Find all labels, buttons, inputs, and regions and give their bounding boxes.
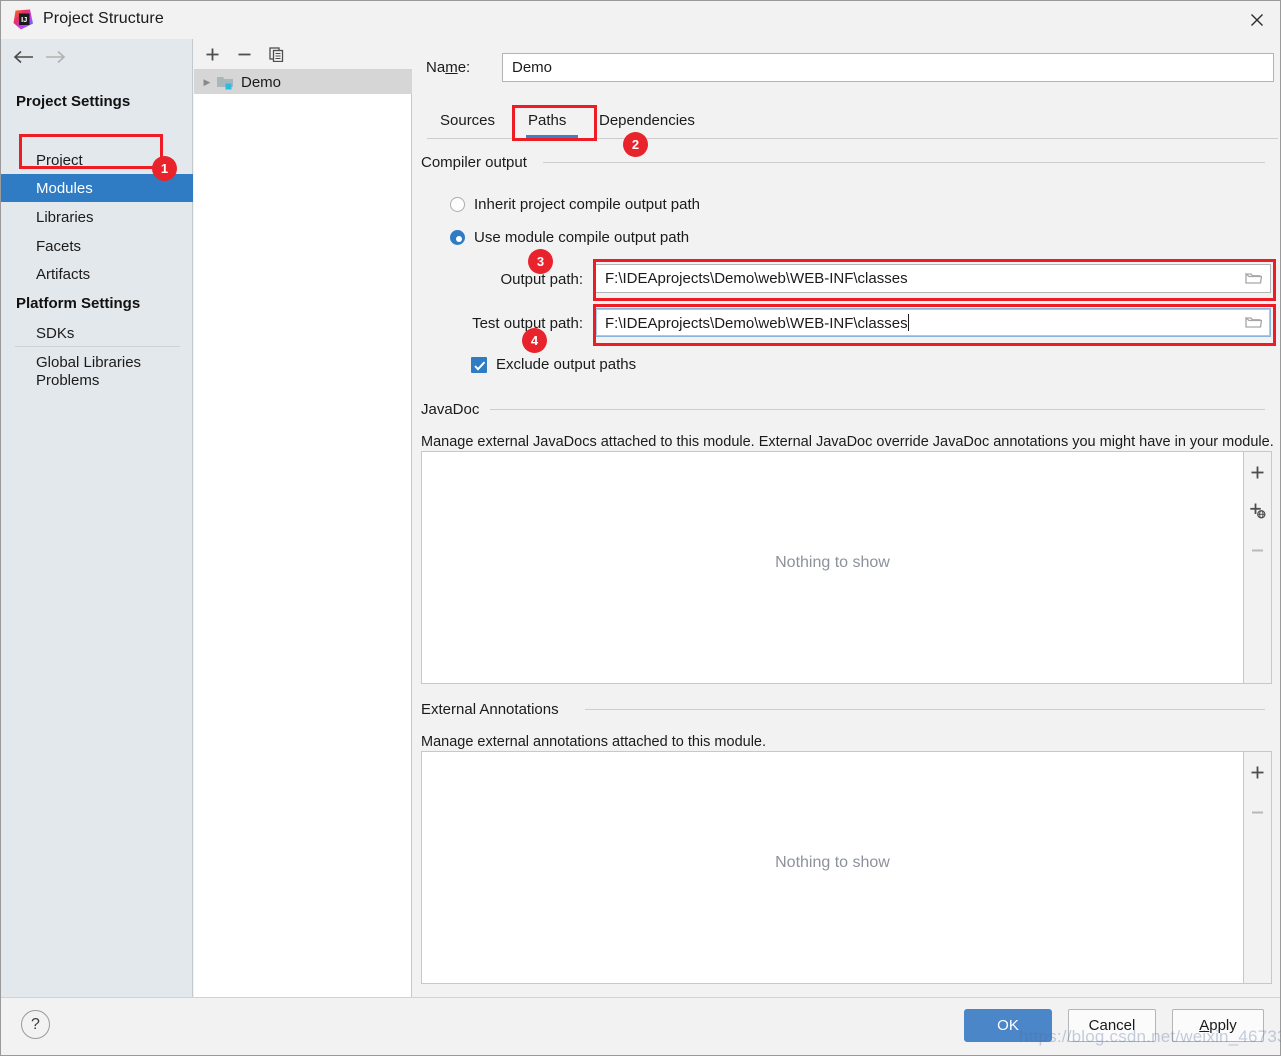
window-title: Project Structure <box>43 10 164 27</box>
intellij-idea-logo-icon: IJ <box>13 9 34 30</box>
test-output-path-label: Test output path: <box>472 315 583 332</box>
external-annotations-list[interactable]: Nothing to show <box>421 751 1244 984</box>
module-tree-panel: ▶ Demo <box>194 39 412 997</box>
module-name-label: Name: <box>426 59 471 76</box>
sidebar-item-project[interactable]: Project <box>1 146 193 174</box>
sidebar-item-label: Problems <box>36 371 100 389</box>
copy-module-button[interactable] <box>264 43 288 66</box>
sidebar-item-artifacts[interactable]: Artifacts <box>1 260 193 288</box>
javadoc-description: Manage external JavaDocs attached to thi… <box>421 434 1274 450</box>
annotations-add-button[interactable] <box>1244 756 1271 788</box>
module-name-input[interactable]: Demo <box>502 53 1274 82</box>
external-annotations-toolbar <box>1244 751 1272 984</box>
project-structure-dialog: IJ Project Structure Project Settings Pr… <box>0 0 1281 1056</box>
section-external-annotations-title: External Annotations <box>421 701 566 718</box>
folder-browse-icon[interactable] <box>1245 271 1263 286</box>
tab-active-indicator <box>526 135 578 138</box>
title-bar: IJ Project Structure <box>1 1 1280 39</box>
sidebar-group-platform-settings: Platform Settings <box>16 295 141 312</box>
ok-button[interactable]: OK <box>964 1009 1052 1042</box>
exclude-output-paths-checkbox[interactable]: Exclude output paths <box>471 356 636 373</box>
remove-module-button[interactable] <box>232 43 256 66</box>
tab-dependencies[interactable]: Dependencies <box>599 109 695 139</box>
javadoc-add-button[interactable] <box>1244 456 1271 488</box>
ok-button-label: OK <box>997 1017 1019 1034</box>
sidebar-divider <box>15 346 180 347</box>
module-tree-toolbar <box>194 39 412 70</box>
sidebar-navigation <box>1 39 193 75</box>
output-path-label: Output path: <box>500 271 583 288</box>
radio-use-module-output[interactable]: Use module compile output path <box>450 229 689 246</box>
javadoc-remove-button[interactable] <box>1244 534 1271 566</box>
section-compiler-output-title: Compiler output <box>421 154 534 171</box>
apply-button-label: Apply <box>1199 1017 1237 1034</box>
arrow-left-icon[interactable] <box>11 47 37 67</box>
cancel-button[interactable]: Cancel <box>1068 1009 1156 1042</box>
external-annotations-description: Manage external annotations attached to … <box>421 734 767 750</box>
radio-inherit-label: Inherit project compile output path <box>474 196 700 213</box>
tab-label: Dependencies <box>599 112 695 129</box>
output-path-value: F:\IDEAprojects\Demo\web\WEB-INF\classes <box>605 270 908 287</box>
section-external-annotations-line <box>585 709 1265 710</box>
folder-browse-icon[interactable] <box>1245 315 1263 330</box>
tab-label: Sources <box>440 112 496 129</box>
module-tree-node-label: Demo <box>241 73 282 91</box>
tab-label: Paths <box>528 112 567 129</box>
module-tabs: Sources Paths Dependencies <box>427 107 1278 139</box>
radio-use-module-indicator <box>450 230 465 245</box>
svg-text:IJ: IJ <box>21 15 27 24</box>
text-cursor <box>907 313 909 331</box>
module-name-row: Name: Demo <box>426 53 1274 83</box>
module-name-value: Demo <box>512 59 553 76</box>
javadoc-list[interactable]: Nothing to show <box>421 451 1244 684</box>
tab-sources[interactable]: Sources <box>440 109 495 139</box>
close-icon[interactable] <box>1234 1 1280 38</box>
external-annotations-empty-text: Nothing to show <box>775 854 890 871</box>
sidebar-item-facets[interactable]: Facets <box>1 232 193 260</box>
module-settings-panel: Name: Demo Sources Paths Dependencies Co… <box>413 39 1280 997</box>
javadoc-toolbar <box>1244 451 1272 684</box>
checkbox-indicator <box>471 356 487 373</box>
chevron-right-icon[interactable]: ▶ <box>198 77 216 88</box>
apply-button[interactable]: Apply <box>1172 1009 1264 1042</box>
sidebar-item-label: Modules <box>36 179 93 197</box>
radio-use-module-label: Use module compile output path <box>474 229 690 246</box>
sidebar-group-project-settings: Project Settings <box>16 93 131 110</box>
output-path-field[interactable]: F:\IDEAprojects\Demo\web\WEB-INF\classes <box>595 264 1271 293</box>
radio-inherit-project-output[interactable]: Inherit project compile output path <box>450 196 700 213</box>
javadoc-add-url-button[interactable] <box>1244 494 1271 526</box>
module-tree-node-demo[interactable]: ▶ Demo <box>194 70 412 94</box>
arrow-right-icon[interactable] <box>42 47 68 67</box>
settings-sidebar: Project Settings Project Modules Librari… <box>1 39 193 997</box>
sidebar-item-sdks[interactable]: SDKs <box>1 319 193 347</box>
help-button[interactable]: ? <box>21 1010 50 1039</box>
sidebar-item-label: Libraries <box>36 208 94 226</box>
javadoc-empty-text: Nothing to show <box>775 554 890 571</box>
exclude-output-paths-label: Exclude output paths <box>496 356 637 373</box>
add-module-button[interactable] <box>200 43 224 66</box>
module-folder-icon <box>216 75 236 90</box>
sidebar-item-label: Facets <box>36 237 82 255</box>
sidebar-item-modules[interactable]: Modules <box>1 174 193 202</box>
section-javadoc-title: JavaDoc <box>421 401 487 418</box>
dialog-footer: ? OK Cancel Apply <box>1 997 1280 1055</box>
test-output-path-field[interactable]: F:\IDEAprojects\Demo\web\WEB-INF\classes <box>595 308 1271 337</box>
section-javadoc-line <box>490 409 1265 410</box>
sidebar-item-label: SDKs <box>36 324 75 342</box>
sidebar-item-label: Artifacts <box>36 265 91 283</box>
sidebar-item-label: Project <box>36 151 83 169</box>
test-output-path-value: F:\IDEAprojects\Demo\web\WEB-INF\classes <box>605 313 909 332</box>
annotations-remove-button[interactable] <box>1244 796 1271 828</box>
sidebar-item-problems[interactable]: Problems <box>1 366 193 394</box>
sidebar-item-libraries[interactable]: Libraries <box>1 203 193 231</box>
section-compiler-output-line <box>543 162 1265 163</box>
cancel-button-label: Cancel <box>1088 1017 1136 1034</box>
radio-inherit-indicator <box>450 197 465 212</box>
